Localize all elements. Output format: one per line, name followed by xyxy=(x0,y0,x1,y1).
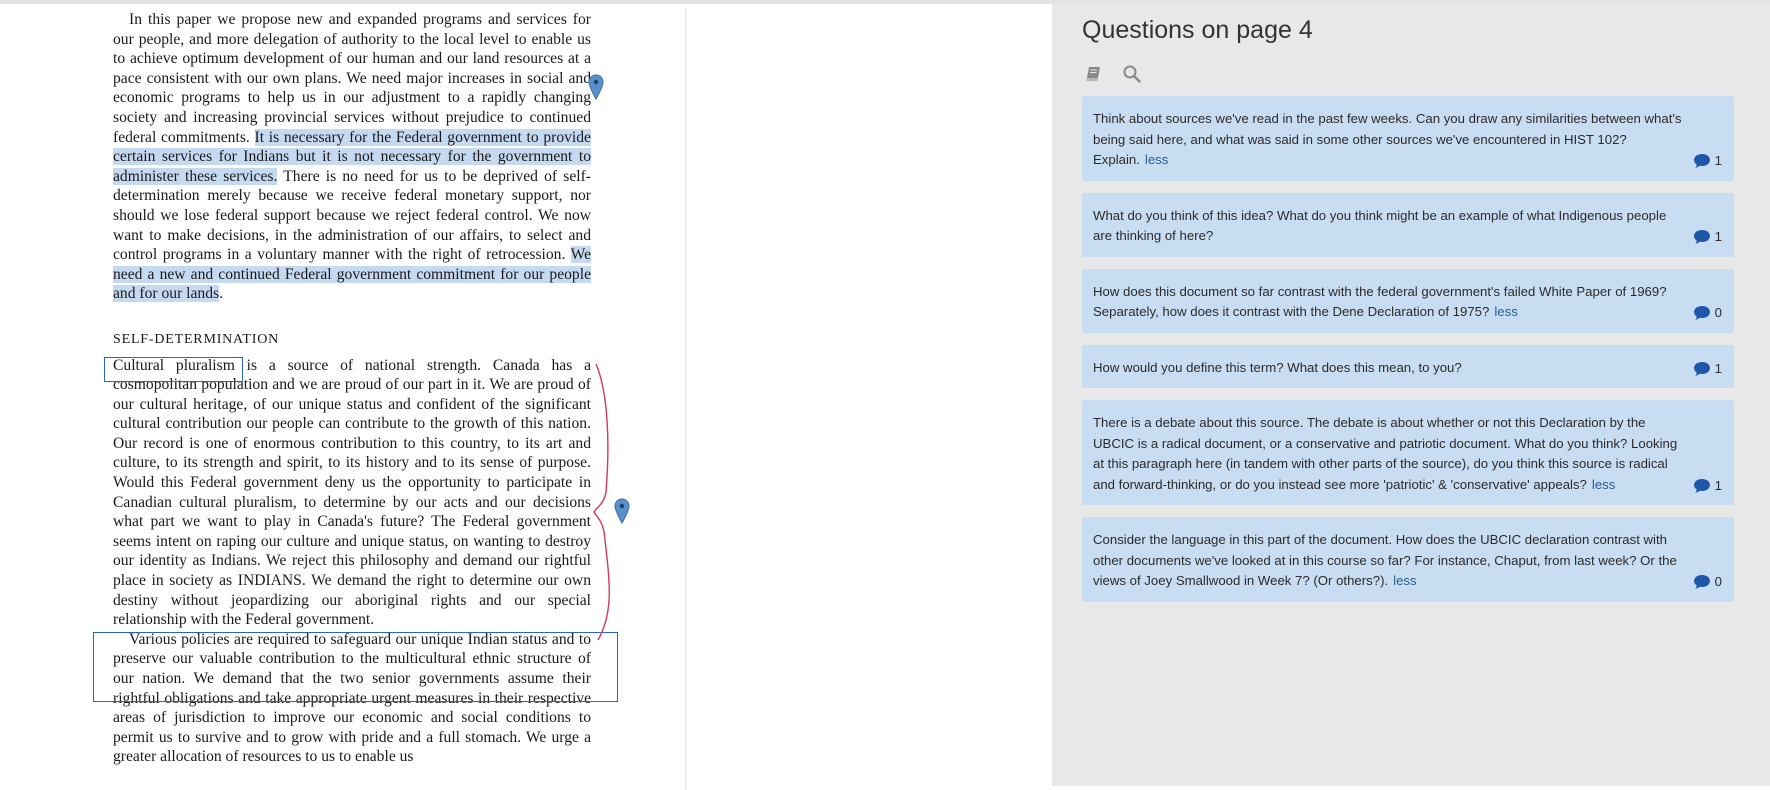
paragraph-2: Cultural pluralism is a source of nation… xyxy=(113,356,591,629)
question-card[interactable]: How would you define this term? What doe… xyxy=(1082,344,1734,388)
question-card[interactable]: How does this document so far contrast w… xyxy=(1082,268,1734,333)
question-text: What do you think of this idea? What do … xyxy=(1093,207,1667,244)
question-text: How does this document so far contrast w… xyxy=(1093,283,1667,320)
comment-bubble-icon xyxy=(1693,478,1710,493)
reply-count[interactable]: 1 xyxy=(1693,151,1722,172)
document-viewer[interactable]: In this paper we propose new and expande… xyxy=(0,4,1052,790)
question-text: How would you define this term? What doe… xyxy=(1093,359,1462,375)
comment-bubble-icon xyxy=(1693,361,1710,376)
question-list: Think about sources we've read in the pa… xyxy=(1082,96,1734,614)
reply-count-number: 1 xyxy=(1714,153,1722,168)
section-heading: SELF-DETERMINATION xyxy=(113,331,280,347)
reply-count-number: 0 xyxy=(1714,574,1722,589)
reply-count[interactable]: 0 xyxy=(1693,572,1722,593)
comment-bubble-icon xyxy=(1693,230,1710,245)
book-icon[interactable] xyxy=(1084,64,1104,84)
search-icon[interactable] xyxy=(1122,64,1142,84)
reply-count-number: 1 xyxy=(1714,229,1722,244)
panel-title: Questions on page 4 xyxy=(1082,16,1313,44)
comment-bubble-icon xyxy=(1693,306,1710,321)
reply-count-number: 1 xyxy=(1714,360,1722,376)
comment-bubble-icon xyxy=(1693,154,1710,169)
reply-count[interactable]: 1 xyxy=(1693,359,1722,380)
less-link[interactable]: less xyxy=(1494,304,1517,319)
reply-count[interactable]: 1 xyxy=(1693,227,1722,248)
questions-panel: Questions on page 4 Think about sources … xyxy=(1052,4,1770,786)
less-link[interactable]: less xyxy=(1592,477,1615,492)
comment-bubble-icon xyxy=(1693,575,1710,590)
question-card[interactable]: Think about sources we've read in the pa… xyxy=(1082,96,1734,181)
page-divider xyxy=(685,8,687,790)
paragraph-box-annotation[interactable] xyxy=(93,632,618,702)
comment-pin-icon[interactable] xyxy=(614,498,630,524)
reply-count-number: 0 xyxy=(1714,305,1722,320)
question-text: There is a debate about this source. The… xyxy=(1093,415,1678,492)
paragraph-1: In this paper we propose new and expande… xyxy=(113,11,591,303)
comment-pin-icon[interactable] xyxy=(588,74,604,100)
reply-count-number: 1 xyxy=(1714,477,1722,493)
less-link[interactable]: less xyxy=(1145,152,1168,167)
question-card[interactable]: There is a debate about this source. The… xyxy=(1082,400,1734,505)
reply-count[interactable]: 1 xyxy=(1693,476,1722,497)
question-card[interactable]: Consider the language in this part of th… xyxy=(1082,517,1734,602)
question-card[interactable]: What do you think of this idea? What do … xyxy=(1082,192,1734,257)
less-link[interactable]: less xyxy=(1393,573,1416,588)
term-box-annotation[interactable] xyxy=(104,357,243,382)
question-text: Think about sources we've read in the pa… xyxy=(1093,111,1682,167)
reply-count[interactable]: 0 xyxy=(1693,303,1722,324)
question-text: Consider the language in this part of th… xyxy=(1093,532,1677,588)
panel-toolbar xyxy=(1084,62,1142,86)
